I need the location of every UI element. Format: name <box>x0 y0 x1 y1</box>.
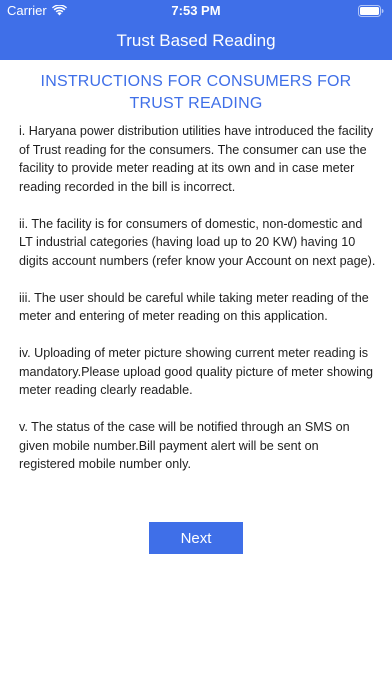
battery-icon <box>358 5 384 17</box>
instructions-body: i. Haryana power distribution utilities … <box>19 122 378 492</box>
next-button[interactable]: Next <box>149 522 243 554</box>
status-bar: Carrier 7:53 PM <box>0 0 392 22</box>
instruction-paragraph-4: iv. Uploading of meter picture showing c… <box>19 346 374 397</box>
clock: 7:53 PM <box>171 3 221 18</box>
app-header: Carrier 7:53 PM Trust Based Reading <box>0 0 392 60</box>
instruction-paragraph-2: ii. The facility is for consumers of dom… <box>19 216 376 268</box>
instructions-heading: INSTRUCTIONS FOR CONSUMERS FOR TRUST REA… <box>20 71 372 115</box>
instruction-paragraph-5: v. The status of the case will be notifi… <box>19 420 350 471</box>
page-title: Trust Based Reading <box>116 31 276 50</box>
heading-line-2: TRUST READING <box>129 95 263 112</box>
heading-line-1: INSTRUCTIONS FOR CONSUMERS FOR <box>40 73 352 90</box>
instruction-paragraph-3: iii. The user should be careful while ta… <box>19 290 369 324</box>
instruction-paragraph-1: i. Haryana power distribution utilities … <box>19 124 374 194</box>
